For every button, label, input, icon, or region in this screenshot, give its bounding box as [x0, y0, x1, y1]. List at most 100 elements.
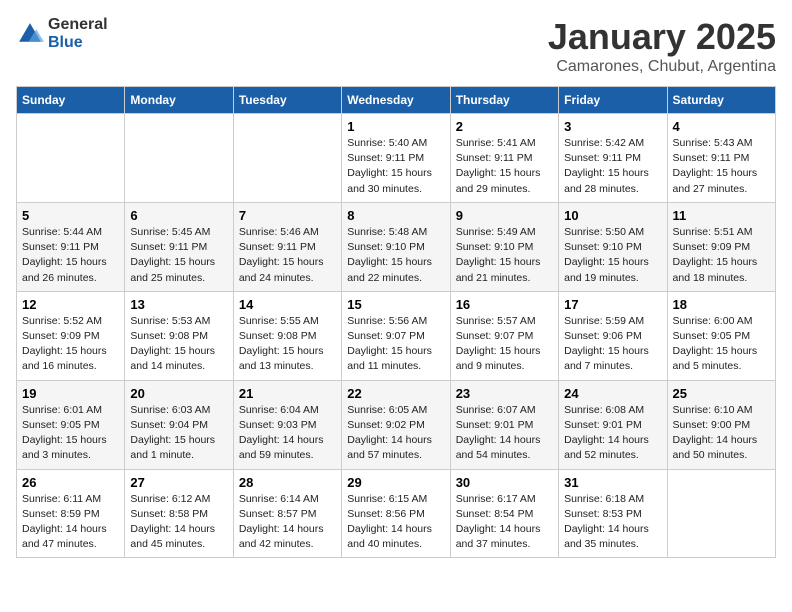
day-cell: 5 Sunrise: 5:44 AM Sunset: 9:11 PM Daylig… — [17, 202, 125, 291]
day-number: 22 — [347, 386, 444, 401]
week-row-4: 19Sunrise: 6:01 AM Sunset: 9:05 PM Dayli… — [17, 380, 776, 469]
day-number: 8 — [347, 208, 444, 223]
location: Camarones, Chubut, Argentina — [548, 58, 776, 76]
col-header-tuesday: Tuesday — [233, 87, 341, 114]
day-info: Sunrise: 6:12 AM Sunset: 8:58 PM Dayligh… — [130, 492, 227, 553]
day-number: 31 — [564, 475, 661, 490]
day-cell: 30 Sunrise: 6:17 AM Sunset: 8:54 PM Dayli… — [450, 469, 558, 558]
day-info: Sunrise: 5:57 AM Sunset: 9:07 PM Dayligh… — [456, 314, 553, 375]
day-info: Sunrise: 6:14 AM Sunset: 8:57 PM Dayligh… — [239, 492, 336, 553]
month-title: January 2025 — [548, 16, 776, 58]
day-number: 12 — [22, 297, 119, 312]
day-number: 2 — [456, 119, 553, 134]
day-cell: 22 Sunrise: 6:05 AM Sunset: 9:02 PM Dayli… — [342, 380, 450, 469]
day-number: 5 — [22, 208, 119, 223]
day-cell: 24 Sunrise: 6:08 AM Sunset: 9:01 PM Dayli… — [559, 380, 667, 469]
day-number: 10 — [564, 208, 661, 223]
day-cell: 20 Sunrise: 6:03 AM Sunset: 9:04 PM Dayli… — [125, 380, 233, 469]
day-cell: 31 Sunrise: 6:18 AM Sunset: 8:53 PM Dayli… — [559, 469, 667, 558]
day-info: Sunrise: 6:17 AM Sunset: 8:54 PM Dayligh… — [456, 492, 553, 553]
week-row-3: 12 Sunrise: 5:52 AM Sunset: 9:09 PM Dayli… — [17, 291, 776, 380]
day-info: Sunrise: 5:45 AM Sunset: 9:11 PM Dayligh… — [130, 225, 227, 286]
col-header-wednesday: Wednesday — [342, 87, 450, 114]
day-cell: 6 Sunrise: 5:45 AM Sunset: 9:11 PM Daylig… — [125, 202, 233, 291]
day-info: Sunrise: 5:49 AM Sunset: 9:10 PM Dayligh… — [456, 225, 553, 286]
day-number: 30 — [456, 475, 553, 490]
day-cell: 17 Sunrise: 5:59 AM Sunset: 9:06 PM Dayli… — [559, 291, 667, 380]
day-number: 4 — [673, 119, 770, 134]
logo-icon — [16, 20, 44, 48]
day-info: Sunrise: 6:05 AM Sunset: 9:02 PM Dayligh… — [347, 403, 444, 464]
day-number: 11 — [673, 208, 770, 223]
day-number: 9 — [456, 208, 553, 223]
day-info: Sunrise: 6:15 AM Sunset: 8:56 PM Dayligh… — [347, 492, 444, 553]
day-number: 24 — [564, 386, 661, 401]
day-number: 6 — [130, 208, 227, 223]
day-number: 7 — [239, 208, 336, 223]
logo-general: General — [48, 16, 108, 33]
day-info: Sunrise: 6:08 AM Sunset: 9:01 PM Dayligh… — [564, 403, 661, 464]
day-cell: 16Sunrise: 5:57 AM Sunset: 9:07 PM Dayli… — [450, 291, 558, 380]
day-cell: 7 Sunrise: 5:46 AM Sunset: 9:11 PM Daylig… — [233, 202, 341, 291]
day-cell: 14Sunrise: 5:55 AM Sunset: 9:08 PM Dayli… — [233, 291, 341, 380]
day-number: 15 — [347, 297, 444, 312]
week-row-5: 26 Sunrise: 6:11 AM Sunset: 8:59 PM Dayli… — [17, 469, 776, 558]
day-cell: 10 Sunrise: 5:50 AM Sunset: 9:10 PM Dayli… — [559, 202, 667, 291]
day-cell: 26 Sunrise: 6:11 AM Sunset: 8:59 PM Dayli… — [17, 469, 125, 558]
day-cell: 13Sunrise: 5:53 AM Sunset: 9:08 PM Dayli… — [125, 291, 233, 380]
day-info: Sunrise: 5:44 AM Sunset: 9:11 PM Dayligh… — [22, 225, 119, 286]
day-cell: 23Sunrise: 6:07 AM Sunset: 9:01 PM Dayli… — [450, 380, 558, 469]
day-cell: 1 Sunrise: 5:40 AM Sunset: 9:11 PM Daylig… — [342, 114, 450, 203]
day-number: 14 — [239, 297, 336, 312]
day-info: Sunrise: 5:42 AM Sunset: 9:11 PM Dayligh… — [564, 136, 661, 197]
logo-blue: Blue — [48, 34, 83, 51]
day-number: 13 — [130, 297, 227, 312]
page-header: General Blue January 2025 Camarones, Chu… — [16, 16, 776, 76]
col-header-thursday: Thursday — [450, 87, 558, 114]
day-cell: 21Sunrise: 6:04 AM Sunset: 9:03 PM Dayli… — [233, 380, 341, 469]
day-info: Sunrise: 6:03 AM Sunset: 9:04 PM Dayligh… — [130, 403, 227, 464]
day-info: Sunrise: 6:10 AM Sunset: 9:00 PM Dayligh… — [673, 403, 770, 464]
day-cell: 4 Sunrise: 5:43 AM Sunset: 9:11 PM Daylig… — [667, 114, 775, 203]
week-row-2: 5 Sunrise: 5:44 AM Sunset: 9:11 PM Daylig… — [17, 202, 776, 291]
day-cell: 29 Sunrise: 6:15 AM Sunset: 8:56 PM Dayli… — [342, 469, 450, 558]
day-cell: 3 Sunrise: 5:42 AM Sunset: 9:11 PM Daylig… — [559, 114, 667, 203]
col-header-sunday: Sunday — [17, 87, 125, 114]
week-row-1: 1 Sunrise: 5:40 AM Sunset: 9:11 PM Daylig… — [17, 114, 776, 203]
day-info: Sunrise: 5:41 AM Sunset: 9:11 PM Dayligh… — [456, 136, 553, 197]
day-number: 1 — [347, 119, 444, 134]
day-info: Sunrise: 5:43 AM Sunset: 9:11 PM Dayligh… — [673, 136, 770, 197]
day-number: 3 — [564, 119, 661, 134]
day-info: Sunrise: 6:04 AM Sunset: 9:03 PM Dayligh… — [239, 403, 336, 464]
col-header-friday: Friday — [559, 87, 667, 114]
day-info: Sunrise: 5:48 AM Sunset: 9:10 PM Dayligh… — [347, 225, 444, 286]
day-info: Sunrise: 6:11 AM Sunset: 8:59 PM Dayligh… — [22, 492, 119, 553]
day-number: 26 — [22, 475, 119, 490]
day-number: 20 — [130, 386, 227, 401]
day-cell — [125, 114, 233, 203]
day-info: Sunrise: 5:56 AM Sunset: 9:07 PM Dayligh… — [347, 314, 444, 375]
header-row: SundayMondayTuesdayWednesdayThursdayFrid… — [17, 87, 776, 114]
day-info: Sunrise: 6:07 AM Sunset: 9:01 PM Dayligh… — [456, 403, 553, 464]
day-info: Sunrise: 6:18 AM Sunset: 8:53 PM Dayligh… — [564, 492, 661, 553]
day-info: Sunrise: 5:51 AM Sunset: 9:09 PM Dayligh… — [673, 225, 770, 286]
day-cell — [667, 469, 775, 558]
day-info: Sunrise: 6:00 AM Sunset: 9:05 PM Dayligh… — [673, 314, 770, 375]
day-cell: 15 Sunrise: 5:56 AM Sunset: 9:07 PM Dayli… — [342, 291, 450, 380]
day-cell — [17, 114, 125, 203]
day-number: 17 — [564, 297, 661, 312]
day-number: 29 — [347, 475, 444, 490]
day-cell: 18Sunrise: 6:00 AM Sunset: 9:05 PM Dayli… — [667, 291, 775, 380]
title-block: January 2025 Camarones, Chubut, Argentin… — [548, 16, 776, 76]
calendar-table: SundayMondayTuesdayWednesdayThursdayFrid… — [16, 86, 776, 558]
day-cell: 2 Sunrise: 5:41 AM Sunset: 9:11 PM Daylig… — [450, 114, 558, 203]
day-info: Sunrise: 5:52 AM Sunset: 9:09 PM Dayligh… — [22, 314, 119, 375]
day-number: 27 — [130, 475, 227, 490]
day-info: Sunrise: 5:50 AM Sunset: 9:10 PM Dayligh… — [564, 225, 661, 286]
day-cell: 12 Sunrise: 5:52 AM Sunset: 9:09 PM Dayli… — [17, 291, 125, 380]
day-cell: 11 Sunrise: 5:51 AM Sunset: 9:09 PM Dayli… — [667, 202, 775, 291]
day-info: Sunrise: 5:59 AM Sunset: 9:06 PM Dayligh… — [564, 314, 661, 375]
day-info: Sunrise: 5:40 AM Sunset: 9:11 PM Dayligh… — [347, 136, 444, 197]
day-info: Sunrise: 5:46 AM Sunset: 9:11 PM Dayligh… — [239, 225, 336, 286]
day-number: 19 — [22, 386, 119, 401]
